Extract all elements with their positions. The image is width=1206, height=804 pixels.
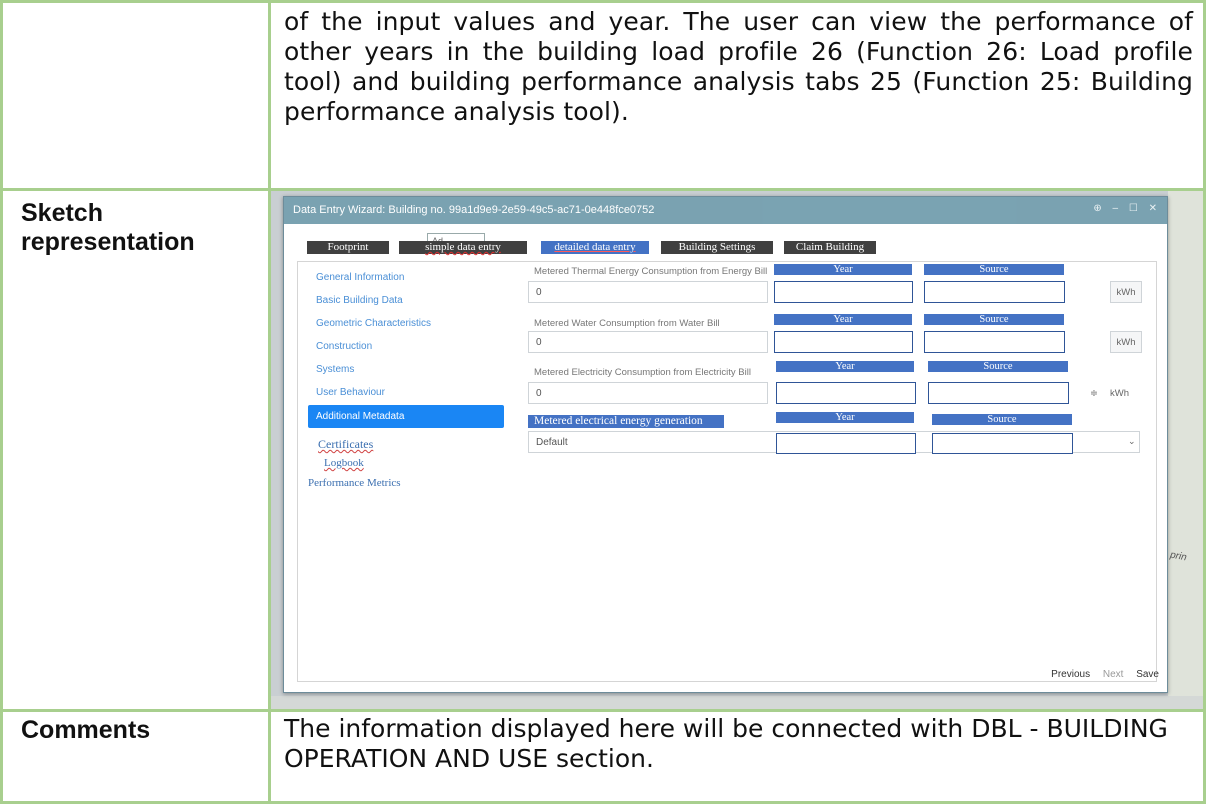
sidebar-item-logbook[interactable]: Logbook (324, 457, 364, 469)
generation-year-input[interactable] (776, 433, 916, 454)
thermal-consumption-input[interactable]: 0 (528, 281, 768, 303)
water-year-input[interactable] (774, 331, 913, 353)
sidebar-item-general-information[interactable]: General Information (316, 272, 404, 283)
tab-claim-building[interactable]: Claim Building (784, 241, 876, 254)
sidebar-item-additional-metadata[interactable]: Additional Metadata (308, 405, 504, 428)
table-row: Comments The information displayed here … (0, 709, 1206, 804)
map-bottom-strip (272, 696, 1202, 708)
water-consumption-input[interactable]: 0 (528, 331, 768, 353)
previous-button[interactable]: Previous (1051, 669, 1090, 680)
window-title-bar[interactable]: Data Entry Wizard: Building no. 99a1d9e9… (284, 197, 1167, 224)
water-unit: kWh (1110, 331, 1142, 353)
sidebar-item-construction[interactable]: Construction (316, 341, 372, 352)
generation-label: Metered electrical energy generation (528, 415, 724, 428)
sketch-screenshot: prin Data Entry Wizard: Building no. 99a… (272, 192, 1202, 708)
thermal-source-header: Source (924, 264, 1064, 275)
table-row: of the input values and year. The user c… (0, 0, 1206, 191)
description-paragraph: of the input values and year. The user c… (268, 0, 1206, 191)
sketch-label-line2: representation (21, 228, 195, 256)
save-button[interactable]: Save (1136, 669, 1159, 680)
thermal-source-input[interactable] (924, 281, 1065, 303)
tab-building-settings[interactable]: Building Settings (661, 241, 773, 254)
sidebar-item-performance-metrics[interactable]: Performance Metrics (308, 477, 401, 489)
generation-source-header: Source (932, 414, 1072, 425)
electricity-unit: kWh (1110, 388, 1129, 399)
sidebar-item-certificates[interactable]: Certificates (318, 437, 373, 452)
wizard-footer: Previous Next Save (1041, 669, 1159, 680)
thermal-unit: kWh (1110, 281, 1142, 303)
tab-detailed-data-entry[interactable]: detailed data entry (541, 241, 649, 254)
sidebar-item-systems[interactable]: Systems (316, 364, 354, 375)
tab-footprint[interactable]: Footprint (307, 241, 389, 254)
thermal-year-header: Year (774, 264, 912, 275)
electricity-consumption-label: Metered Electricity Consumption from Ele… (534, 367, 751, 378)
water-year-header: Year (774, 314, 912, 325)
sidebar-item-basic-building-data[interactable]: Basic Building Data (316, 295, 403, 306)
generation-source-input[interactable] (932, 433, 1073, 454)
comments-label: Comments (0, 709, 271, 804)
electricity-consumption-input[interactable]: 0 (528, 382, 768, 404)
generation-year-header: Year (776, 412, 914, 423)
sketch-cell: prin Data Entry Wizard: Building no. 99a… (268, 188, 1206, 712)
spinner-icon[interactable]: ≑ (1090, 388, 1098, 399)
water-consumption-label: Metered Water Consumption from Water Bil… (534, 318, 720, 329)
next-button[interactable]: Next (1103, 669, 1124, 680)
form-panel: General Information Basic Building Data … (297, 261, 1157, 682)
water-source-input[interactable] (924, 331, 1065, 353)
data-entry-wizard-window: Data Entry Wizard: Building no. 99a1d9e9… (283, 196, 1168, 693)
thermal-consumption-label: Metered Thermal Energy Consumption from … (534, 266, 768, 277)
sketch-label-line1: Sketch (21, 199, 103, 227)
electricity-source-header: Source (928, 361, 1068, 372)
tab-simple-data-entry[interactable]: simple data entry (399, 241, 527, 254)
empty-label-cell (0, 0, 271, 191)
electricity-source-input[interactable] (928, 382, 1069, 404)
map-background (1168, 192, 1202, 708)
sidebar-item-geometric-characteristics[interactable]: Geometric Characteristics (316, 318, 431, 329)
document-table: of the input values and year. The user c… (0, 0, 1206, 804)
thermal-year-input[interactable] (774, 281, 913, 303)
table-row: Sketch representation prin Data Entry Wi… (0, 188, 1206, 712)
sketch-label-cell: Sketch representation (0, 188, 271, 712)
electricity-year-input[interactable] (776, 382, 916, 404)
window-title: Data Entry Wizard: Building no. 99a1d9e9… (293, 204, 655, 216)
window-controls[interactable]: ⊕ – ☐ ✕ (1093, 203, 1161, 214)
comments-text: The information displayed here will be c… (268, 709, 1206, 804)
sidebar-item-user-behaviour[interactable]: User Behaviour (316, 387, 385, 398)
water-source-header: Source (924, 314, 1064, 325)
chevron-down-icon[interactable]: ⌄ (1128, 436, 1136, 447)
electricity-year-header: Year (776, 361, 914, 372)
